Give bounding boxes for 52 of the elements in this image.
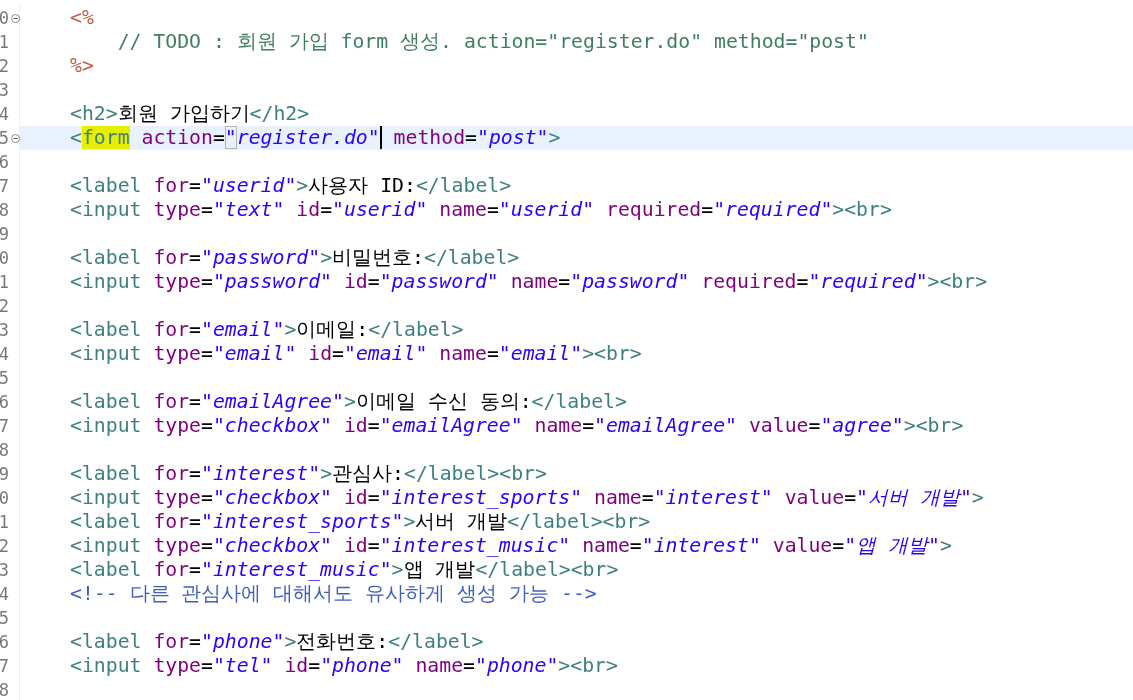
line-number: 0 bbox=[0, 488, 9, 508]
line-number: 7 bbox=[0, 176, 9, 196]
code-line: <h2>회원 가입하기</h2> bbox=[70, 102, 310, 126]
line-number: 8 bbox=[0, 680, 9, 700]
code-line: <label for="interest_sports">서버 개발</label><br> bbox=[70, 510, 651, 534]
code-line: <input type="email" id="email" name="email"><br> bbox=[70, 342, 642, 366]
line-number: 2 bbox=[0, 536, 9, 556]
code-line: <label for="interest">관심사:</label><br> bbox=[70, 462, 547, 486]
code-line: <label for="emailAgree">이메일 수신 동의:</label> bbox=[70, 390, 627, 414]
collapse-icon[interactable] bbox=[11, 13, 20, 23]
code-line: <label for="password">비밀번호:</label> bbox=[70, 246, 520, 270]
code-line: <input type="password" id="password" name="password" required="required"><br> bbox=[70, 270, 988, 294]
line-number: 1 bbox=[0, 32, 9, 52]
code-line: <input type="checkbox" id="emailAgree" name="emailAgree" value="agree"><br> bbox=[70, 414, 964, 438]
line-number: 8 bbox=[0, 200, 9, 220]
line-number: 2 bbox=[0, 296, 9, 316]
code-line: <label for="email">이메일:</label> bbox=[70, 318, 464, 342]
line-number: 4 bbox=[0, 344, 9, 364]
line-number: 6 bbox=[0, 392, 9, 412]
line-number: 8 bbox=[0, 440, 9, 460]
line-number: 5 bbox=[0, 128, 9, 148]
line-number: 7 bbox=[0, 656, 9, 676]
line-number: 2 bbox=[0, 56, 9, 76]
line-number: 7 bbox=[0, 416, 9, 436]
code-line: // TODO : 회원 가입 form 생성. action="register.do" method="post" bbox=[116, 30, 869, 54]
line-number: 9 bbox=[0, 224, 9, 244]
code-line: <input type="checkbox" id="interest_sports" name="interest" value="서버 개발"> bbox=[70, 486, 984, 510]
code-line: <input type="text" id="userid" name="userid" required="required"><br> bbox=[70, 198, 892, 222]
line-number: 1 bbox=[0, 272, 9, 292]
code-line: <label for="userid">사용자 ID:</label> bbox=[70, 174, 512, 198]
line-number: 0 bbox=[0, 8, 9, 28]
code-line: <input type="tel" id="phone" name="phone"><br> bbox=[70, 654, 618, 678]
line-number: 3 bbox=[0, 560, 9, 580]
line-number: 9 bbox=[0, 464, 9, 484]
line-number: 0 bbox=[0, 248, 9, 268]
line-number: 5 bbox=[0, 608, 9, 628]
line-number: 6 bbox=[0, 632, 9, 652]
line-number: 3 bbox=[0, 80, 9, 100]
line-number: 6 bbox=[0, 152, 9, 172]
code-line: <label for="interest_music">앱 개발</label><br> bbox=[70, 558, 619, 582]
line-number: 5 bbox=[0, 368, 9, 388]
line-number: 4 bbox=[0, 104, 9, 124]
line-number: 3 bbox=[0, 320, 9, 340]
line-number: 1 bbox=[0, 512, 9, 532]
code-line: <!-- 다른 관심사에 대해서도 유사하게 생성 가능 --> bbox=[70, 582, 597, 606]
code-line: <form action="register.do" method="post"> bbox=[70, 126, 561, 150]
collapse-icon[interactable] bbox=[11, 133, 20, 143]
line-number: 4 bbox=[0, 584, 9, 604]
code-line: <input type="checkbox" id="interest_music" name="interest" value="앱 개발"> bbox=[70, 534, 952, 558]
code-line: %> bbox=[70, 54, 94, 78]
code-line: <label for="phone">전화번호:</label> bbox=[70, 630, 484, 654]
code-line: <% bbox=[70, 6, 94, 30]
